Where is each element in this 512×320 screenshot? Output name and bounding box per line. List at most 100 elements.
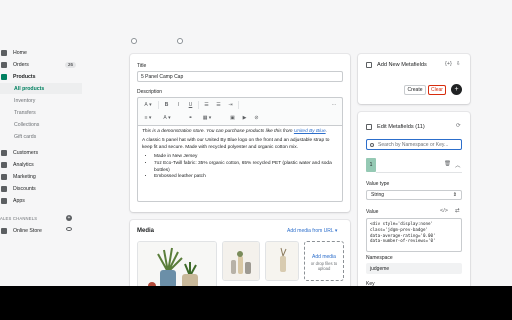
bar-chart-icon bbox=[1, 161, 7, 168]
intro-end: . bbox=[325, 129, 327, 134]
video-icon[interactable]: ▶ bbox=[240, 114, 249, 122]
edit-metafields-title: Edit Metafields (11) bbox=[377, 124, 425, 130]
sidebar-item-transfers[interactable]: Transfers bbox=[0, 107, 82, 118]
title-input[interactable]: 5 Panel Camp Cap bbox=[137, 71, 343, 82]
description-label: Description bbox=[137, 89, 163, 95]
eye-icon[interactable] bbox=[66, 227, 72, 231]
sidebar-item-analytics[interactable]: Analytics bbox=[0, 159, 82, 170]
clear-button[interactable]: Clear bbox=[428, 85, 446, 95]
sidebar-item-label: All products bbox=[14, 85, 45, 92]
store-icon bbox=[1, 227, 7, 234]
underline-button[interactable]: U bbox=[186, 101, 195, 109]
import-icon[interactable]: ⇩ bbox=[456, 61, 461, 67]
description-editor[interactable]: This is a demonstration store. You can p… bbox=[137, 125, 343, 202]
list-item: Embossed leather patch bbox=[154, 174, 338, 180]
value-code-editor[interactable]: <div style='display:none' class='jdgm-pr… bbox=[366, 218, 462, 252]
chevron-up-icon[interactable]: ︿ bbox=[455, 161, 461, 169]
sidebar-item-label: Online Store bbox=[13, 227, 42, 234]
link-icon[interactable]: ⚭ bbox=[186, 114, 195, 122]
divider bbox=[376, 172, 462, 173]
bold-button[interactable]: B bbox=[162, 101, 171, 109]
delete-icon[interactable]: 🗑 bbox=[444, 161, 451, 167]
bulleted-list-icon[interactable]: ☰ bbox=[202, 101, 211, 109]
add-media-from-url-label: Add media from URL bbox=[287, 228, 334, 234]
sidebar-item-gift-cards[interactable]: Gift cards bbox=[0, 131, 82, 142]
apps-icon bbox=[1, 197, 7, 204]
sidebar-item-collections[interactable]: Collections bbox=[0, 119, 82, 130]
list-item: 7oz Eco-Twill fabric: 35% organic cotton… bbox=[154, 161, 338, 174]
description-intro: This is a demonstration store. You can p… bbox=[142, 129, 338, 135]
code-brackets-icon[interactable]: {+} bbox=[445, 61, 452, 67]
metafields-icon bbox=[366, 62, 372, 68]
chevron-icon[interactable] bbox=[177, 38, 183, 44]
select-arrows-icon: ⇕ bbox=[452, 192, 457, 198]
clear-format-icon[interactable]: ⊘ bbox=[252, 114, 261, 122]
metafield-row-index[interactable]: 1 bbox=[366, 158, 376, 172]
more-options-button[interactable]: ··· bbox=[328, 101, 340, 109]
swap-icon[interactable]: ⇄ bbox=[455, 208, 460, 214]
intro-text: This is a demonstration store. You can p… bbox=[142, 129, 294, 134]
sidebar-item-label: Collections bbox=[14, 121, 40, 128]
namespace-label: Namespace bbox=[366, 255, 393, 261]
media-thumbnail-2[interactable] bbox=[222, 241, 260, 281]
sidebar-item-apps[interactable]: Apps bbox=[0, 195, 82, 206]
media-title: Media bbox=[137, 228, 155, 234]
text-color-button[interactable]: A ▾ bbox=[160, 114, 174, 122]
sidebar-item-inventory[interactable]: Inventory bbox=[0, 95, 82, 106]
title-label: Title bbox=[137, 63, 147, 69]
table-button[interactable]: ▦ ▾ bbox=[200, 114, 214, 122]
sidebar-item-marketing[interactable]: Marketing bbox=[0, 171, 82, 182]
code-line: data-number-of-reviews='0' bbox=[370, 238, 436, 244]
person-icon bbox=[1, 149, 7, 156]
sidebar-item-home[interactable]: Home bbox=[0, 47, 82, 58]
italic-button[interactable]: I bbox=[174, 101, 183, 109]
sidebar-item-label: Analytics bbox=[13, 161, 34, 168]
target-icon bbox=[1, 173, 7, 180]
text-style-label: A bbox=[144, 102, 148, 108]
title-input-value: 5 Panel Camp Cap bbox=[141, 73, 184, 80]
add-media-from-url-link[interactable]: Add media from URL ▾ bbox=[287, 228, 337, 234]
rich-text-toolbar: A ▾ B I U ☰ ☰ ⇥ ··· ≡ ▾ A ▾ ⚭ ▦ ▾ ▣ ▶ ⊘ bbox=[137, 97, 343, 125]
home-icon bbox=[1, 49, 7, 56]
chevron-icon[interactable] bbox=[131, 38, 137, 44]
numbered-list-icon[interactable]: ☰ bbox=[214, 101, 223, 109]
sidebar-item-label: Home bbox=[13, 49, 27, 56]
sidebar-item-label: Inventory bbox=[14, 97, 36, 104]
add-metafields-title: Add New Metafields bbox=[377, 62, 427, 68]
sidebar-item-orders[interactable]: Orders 26 bbox=[0, 59, 82, 70]
media-thumbnail-3[interactable] bbox=[265, 241, 299, 281]
search-icon bbox=[370, 142, 374, 147]
metafields-icon bbox=[366, 124, 372, 130]
metafields-search-input[interactable]: Search by Namespace or Key... bbox=[366, 139, 462, 150]
sidebar-item-discounts[interactable]: Discounts bbox=[0, 183, 82, 194]
refresh-icon[interactable]: ⟳ bbox=[456, 123, 461, 129]
sidebar-item-label: Apps bbox=[13, 197, 25, 204]
sidebar-item-label: Customers bbox=[13, 149, 39, 156]
discount-icon bbox=[1, 185, 7, 192]
namespace-field[interactable]: judgeme bbox=[366, 263, 462, 274]
add-metafield-button[interactable]: + bbox=[451, 84, 462, 95]
united-by-blue-link[interactable]: United By Blue bbox=[294, 129, 326, 134]
single-vase-image bbox=[266, 242, 298, 280]
search-placeholder: Search by Namespace or Key... bbox=[378, 141, 449, 148]
sidebar-item-label: Transfers bbox=[14, 109, 36, 116]
vases-image bbox=[223, 242, 259, 280]
drop-files-hint: or drop files to upload bbox=[310, 261, 338, 271]
code-view-icon[interactable]: </> bbox=[440, 208, 448, 214]
text-style-button[interactable]: A ▾ bbox=[141, 101, 155, 109]
sidebar-item-all-products[interactable]: All products bbox=[0, 83, 82, 94]
orders-icon bbox=[1, 61, 7, 68]
align-button[interactable]: ≡ ▾ bbox=[141, 114, 155, 122]
create-button[interactable]: Create bbox=[404, 85, 426, 95]
image-icon[interactable]: ▣ bbox=[228, 114, 237, 122]
media-dropzone[interactable]: Add media or drop files to upload bbox=[304, 241, 344, 281]
sidebar-item-products[interactable]: Products bbox=[0, 71, 82, 82]
indent-icon[interactable]: ⇥ bbox=[226, 101, 235, 109]
value-type-label: Value type bbox=[366, 181, 390, 187]
list-item: Made in New Jersey bbox=[154, 154, 338, 160]
sidebar-item-label: Gift cards bbox=[14, 133, 37, 140]
sidebar-item-customers[interactable]: Customers bbox=[0, 147, 82, 158]
value-label: Value bbox=[366, 209, 379, 215]
value-type-select[interactable]: String ⇕ bbox=[366, 190, 462, 200]
add-sales-channel-icon[interactable]: + bbox=[66, 215, 72, 221]
